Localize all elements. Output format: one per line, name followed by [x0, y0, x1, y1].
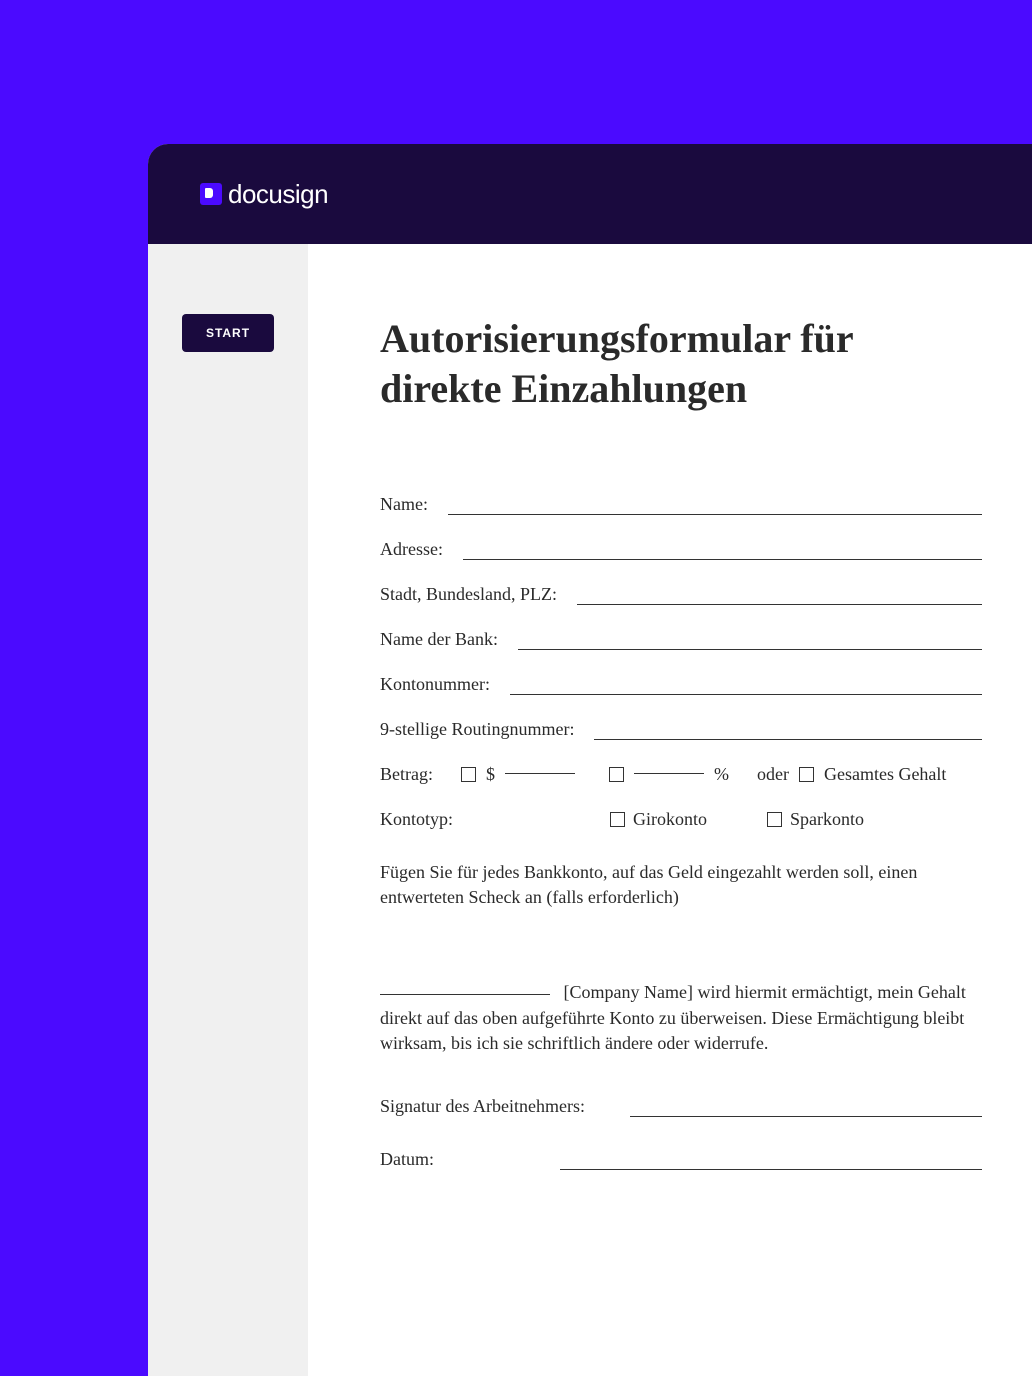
bank-name-field-row: Name der Bank: [380, 629, 982, 650]
dollar-sign: $ [486, 764, 495, 785]
company-name-blank[interactable] [380, 994, 550, 995]
address-input-line[interactable] [463, 559, 982, 560]
name-field-row: Name: [380, 494, 982, 515]
or-text: oder [757, 764, 789, 785]
routing-number-label: 9-stellige Routingnummer: [380, 719, 594, 740]
city-state-zip-label: Stadt, Bundesland, PLZ: [380, 584, 577, 605]
account-number-label: Kontonummer: [380, 674, 510, 695]
date-line[interactable] [560, 1169, 982, 1170]
signature-line[interactable] [630, 1116, 982, 1117]
savings-checkbox[interactable] [767, 812, 782, 827]
address-label: Adresse: [380, 539, 463, 560]
routing-number-input-line[interactable] [594, 739, 982, 740]
document-title: Autorisierungsformular für direkte Einza… [380, 314, 982, 414]
checking-label: Girokonto [633, 809, 707, 830]
date-label: Datum: [380, 1149, 560, 1170]
date-row: Datum: [380, 1149, 982, 1170]
savings-label: Sparkonto [790, 809, 864, 830]
checking-checkbox[interactable] [610, 812, 625, 827]
percent-sign: % [714, 764, 729, 785]
document-viewer: Autorisierungsformular für direkte Einza… [308, 244, 1032, 1376]
checking-option: Girokonto [610, 809, 707, 830]
routing-number-field-row: 9-stellige Routingnummer: [380, 719, 982, 740]
bank-name-label: Name der Bank: [380, 629, 518, 650]
app-container: docusign START Autorisierungsformular fü… [148, 144, 1032, 1376]
account-number-field-row: Kontonummer: [380, 674, 982, 695]
signature-label: Signatur des Arbeitnehmers: [380, 1096, 630, 1117]
city-state-zip-field-row: Stadt, Bundesland, PLZ: [380, 584, 982, 605]
voided-check-note: Fügen Sie für jedes Bankkonto, auf das G… [380, 860, 982, 910]
percent-checkbox[interactable] [609, 767, 624, 782]
percent-amount-line[interactable] [634, 773, 704, 774]
name-input-line[interactable] [448, 514, 982, 515]
savings-option: Sparkonto [767, 809, 864, 830]
brand-name: docusign [228, 179, 328, 210]
start-button[interactable]: START [182, 314, 274, 352]
entire-paycheck-label: Gesamtes Gehalt [824, 764, 946, 785]
amount-field-row: Betrag: $ % oder Gesamtes Gehalt [380, 764, 982, 785]
dollar-checkbox[interactable] [461, 767, 476, 782]
amount-label: Betrag: [380, 764, 451, 785]
content-area: START Autorisierungsformular für direkte… [148, 244, 1032, 1376]
address-field-row: Adresse: [380, 539, 982, 560]
sidebar: START [148, 244, 308, 1376]
name-label: Name: [380, 494, 448, 515]
account-type-label: Kontotyp: [380, 809, 610, 830]
header-bar: docusign [148, 144, 1032, 244]
account-number-input-line[interactable] [510, 694, 982, 695]
signature-row: Signatur des Arbeitnehmers: [380, 1096, 982, 1117]
bank-name-input-line[interactable] [518, 649, 982, 650]
entire-paycheck-checkbox[interactable] [799, 767, 814, 782]
docusign-icon [200, 183, 222, 205]
brand-logo: docusign [200, 179, 328, 210]
dollar-amount-line[interactable] [505, 773, 575, 774]
authorization-body: [Company Name] wird hiermit ermächtigt, … [380, 982, 966, 1052]
authorization-text: [Company Name] wird hiermit ermächtigt, … [380, 980, 982, 1056]
city-state-zip-input-line[interactable] [577, 604, 982, 605]
account-type-row: Kontotyp: Girokonto Sparkonto [380, 809, 982, 830]
